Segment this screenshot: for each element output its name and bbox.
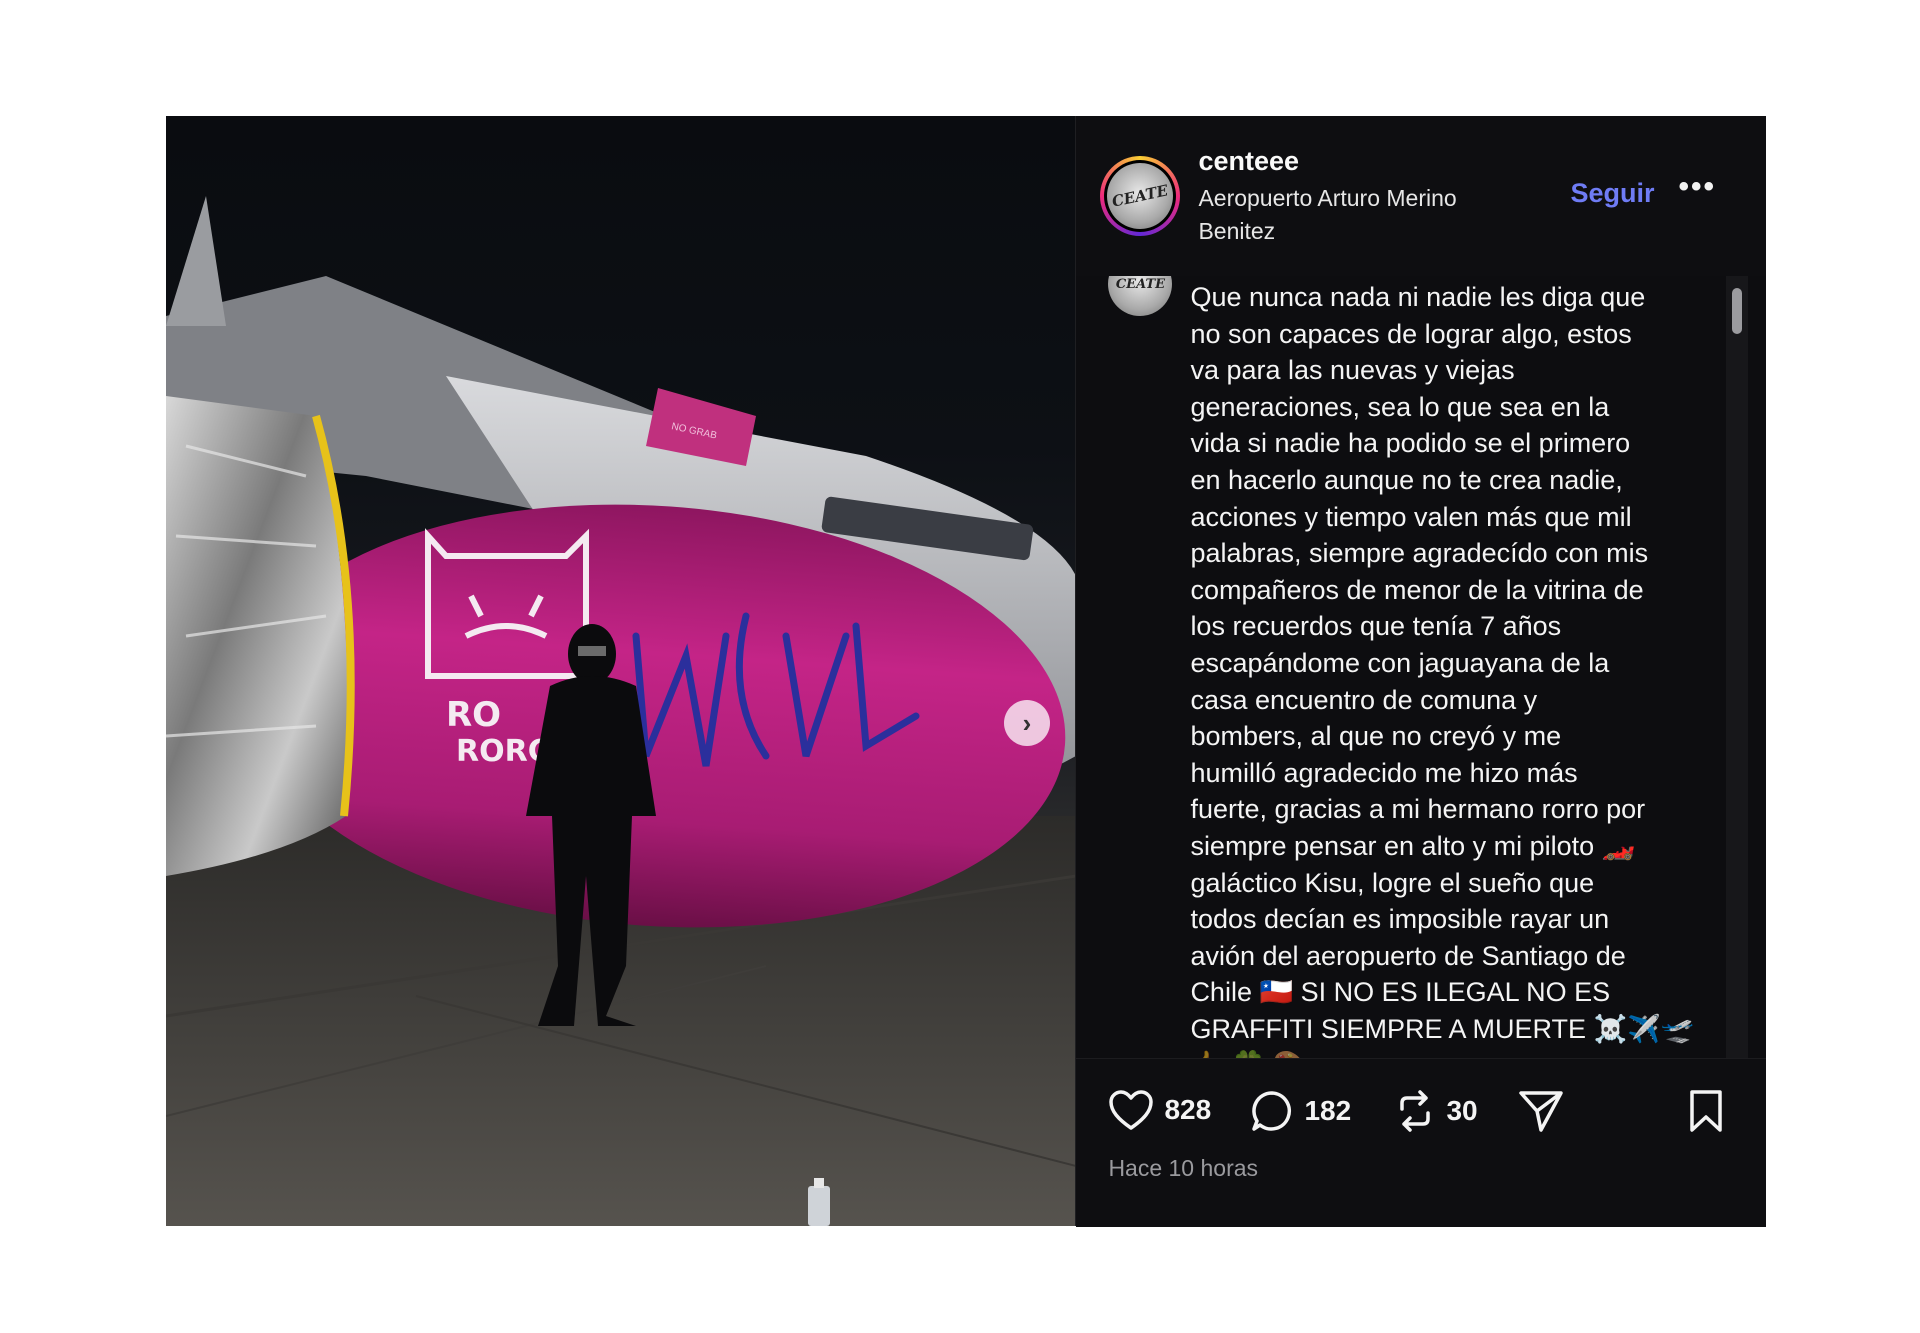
caption-avatar[interactable]: CEATE	[1108, 276, 1173, 316]
action-bar: 828 182 30 Hace 10 horas	[1076, 1058, 1767, 1227]
caption-line: GRAFFITI SIEMPRE A MUERTE ☠️✈️🛫	[1190, 1013, 1695, 1044]
caption-line: fuerte, gracias a mi hermano rorro por	[1190, 794, 1646, 825]
comment-icon	[1252, 1091, 1292, 1131]
caption-line: vida si nadie ha podido se el primero	[1190, 428, 1631, 459]
repost-button[interactable]: 30	[1394, 1089, 1478, 1133]
chevron-right-icon: ›	[1022, 707, 1032, 738]
share-button[interactable]	[1518, 1089, 1564, 1133]
caption-line: escapándome con jaguayana de la	[1190, 647, 1610, 678]
comment-button[interactable]: 182	[1250, 1089, 1351, 1133]
location-link[interactable]: Aeropuerto Arturo Merino Benitez	[1198, 182, 1518, 248]
caption-line: Chile 🇨🇱 SI NO ES ILEGAL NO ES	[1190, 977, 1611, 1008]
heart-icon	[1109, 1090, 1154, 1130]
airplane-graffiti-scene: NO GRAB RO RORC	[166, 196, 1076, 1226]
post-photo[interactable]: NO GRAB RO RORC ›	[166, 116, 1076, 1226]
caption-line: no son capaces de lograr algo, estos	[1190, 318, 1632, 349]
instagram-post: NO GRAB RO RORC › CEATE centeee Aeropuer…	[166, 116, 1767, 1227]
follow-button[interactable]: Seguir	[1570, 178, 1654, 209]
more-options-icon[interactable]: •••	[1678, 170, 1716, 204]
post-header: CEATE centeee Aeropuerto Arturo Merino B…	[1076, 116, 1767, 276]
save-button[interactable]	[1686, 1089, 1726, 1133]
repost-icon	[1400, 1090, 1431, 1132]
caption-line: casa encuentro de comuna y	[1190, 684, 1538, 715]
like-button[interactable]: 828	[1108, 1089, 1211, 1131]
post-side-panel: CEATE centeee Aeropuerto Arturo Merino B…	[1075, 116, 1767, 1227]
caption-scrollbar[interactable]	[1726, 276, 1749, 1058]
username-link[interactable]: centeee	[1198, 146, 1299, 177]
caption-line: bombers, al que no creyó y me	[1190, 721, 1562, 752]
graffiti-text-1: RO	[446, 695, 501, 735]
avatar: CEATE	[1101, 156, 1180, 236]
caption-line: siempre pensar en alto y mi piloto 🏎️	[1190, 830, 1636, 861]
bookmark-icon	[1690, 1090, 1723, 1132]
send-icon	[1519, 1091, 1564, 1132]
caption-line: galáctico Kisu, logre el sueño que	[1190, 867, 1595, 898]
caption-line: compañeros de menor de la vitrina de	[1190, 574, 1644, 605]
scroll-thumb[interactable]	[1732, 288, 1743, 334]
next-photo-button[interactable]: ›	[1004, 700, 1050, 746]
caption-line: generaciones, sea lo que sea en la	[1190, 391, 1610, 422]
story-ring[interactable]: CEATE	[1100, 156, 1181, 236]
caption-scroll-area[interactable]: CEATE Que nunca nada ni nadie les diga q…	[1076, 276, 1766, 1058]
caption-line: los recuerdos que tenía 7 años	[1190, 611, 1562, 642]
caption-line: en hacerlo aunque no te crea nadie,	[1190, 464, 1623, 495]
caption-text: Que nunca nada ni nadie les diga que no …	[1190, 279, 1710, 1058]
caption-line: todos decían es imposible rayar un	[1190, 904, 1610, 935]
caption-line: humilló agradecido me hizo más	[1190, 757, 1578, 788]
post-timestamp[interactable]: Hace 10 horas	[1108, 1155, 1258, 1182]
like-count: 828	[1164, 1094, 1212, 1125]
caption-line: 🤙 🍀 🎨 ...	[1190, 1047, 1710, 1058]
caption-line: va para las nuevas y viejas	[1190, 355, 1515, 386]
repost-count: 30	[1446, 1095, 1478, 1126]
caption-line: palabras, siempre agradecído con mis	[1190, 538, 1649, 569]
comment-count: 182	[1304, 1095, 1352, 1126]
caption-line: acciones y tiempo valen más que mil	[1190, 501, 1632, 532]
caption-line: Que nunca nada ni nadie les diga que	[1190, 282, 1646, 312]
caption-line: avión del aeropuerto de Santiago de	[1190, 940, 1626, 971]
